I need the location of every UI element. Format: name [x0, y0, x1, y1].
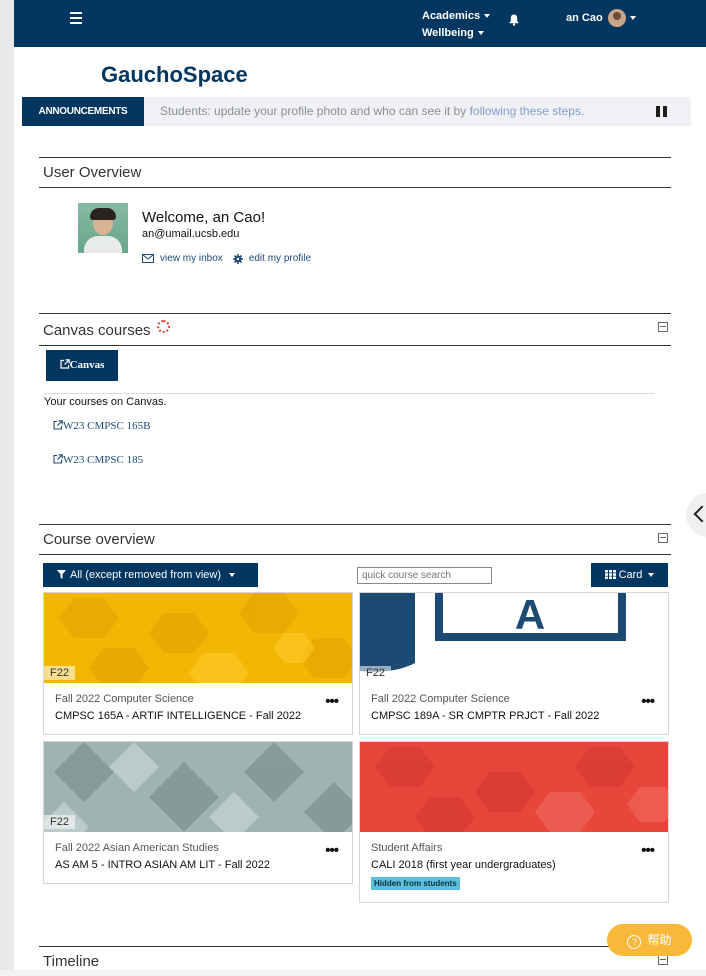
course-category: Fall 2022 Computer Science	[371, 693, 510, 705]
top-navbar: Academics Wellbeing an Cao	[14, 0, 706, 47]
external-link-icon	[59, 359, 70, 369]
question-icon: ?	[627, 935, 642, 949]
course-name[interactable]: CALI 2018 (first year undergraduates)	[371, 859, 556, 871]
course-category: Fall 2022 Asian American Studies	[55, 842, 219, 854]
announcement-text: Students: update your profile photo and …	[160, 104, 467, 118]
view-mode-dropdown[interactable]: Card	[591, 563, 668, 587]
term-badge: F22	[44, 666, 75, 680]
course-card[interactable]: F22 Fall 2022 Computer Science CMPSC 165…	[43, 592, 353, 735]
edit-profile-link[interactable]: edit my profile	[249, 253, 311, 264]
filter-label: All (except removed from view)	[70, 569, 221, 581]
filter-icon	[57, 570, 66, 579]
user-email: an@umail.ucsb.edu	[142, 228, 240, 240]
more-actions-icon[interactable]: •••	[641, 842, 655, 859]
course-category: Student Affairs	[371, 842, 443, 854]
user-menu[interactable]: an Cao	[566, 9, 636, 27]
academics-label: Academics	[422, 10, 481, 22]
chevron-down-icon	[648, 573, 655, 578]
course-overview-title: Course overview	[43, 531, 155, 548]
user-overview-title: User Overview	[43, 164, 142, 181]
course-image: F22	[44, 742, 352, 832]
course-image	[360, 742, 668, 832]
announcements-tag: ANNOUNCEMENTS	[22, 97, 144, 126]
envelope-icon	[142, 254, 154, 263]
course-overview-header: Course overview	[39, 524, 671, 555]
more-actions-icon[interactable]: •••	[641, 693, 655, 710]
canvas-course-label: W23 CMPSC 165B	[63, 420, 151, 432]
course-card[interactable]: A F22 Fall 2022 Computer Science CMPSC 1…	[359, 592, 669, 735]
course-search-input[interactable]	[357, 567, 492, 584]
canvas-course-link[interactable]: W23 CMPSC 185	[53, 454, 143, 466]
chevron-down-icon	[484, 14, 491, 19]
help-label: 帮助	[647, 933, 672, 947]
announcement-message: Students: update your profile photo and …	[160, 104, 584, 118]
course-category: Fall 2022 Computer Science	[55, 693, 194, 705]
view-inbox-link[interactable]: view my inbox	[160, 253, 223, 264]
canvas-button[interactable]: Canvas	[46, 350, 118, 381]
canvas-courses-title: Canvas courses	[43, 322, 151, 339]
canvas-button-label: Canvas	[69, 359, 105, 371]
pause-icon[interactable]	[656, 106, 668, 117]
course-image: F22	[44, 593, 352, 683]
timeline-title: Timeline	[43, 953, 100, 970]
your-courses-label: Your courses on Canvas.	[44, 396, 167, 408]
course-image: A F22	[360, 593, 668, 683]
collapse-icon[interactable]	[658, 533, 668, 543]
avatar	[607, 9, 626, 27]
more-actions-icon[interactable]: •••	[325, 693, 339, 710]
help-button[interactable]: ? 帮助	[607, 924, 692, 956]
course-name[interactable]: CMPSC 189A - SR CMPTR PRJCT - Fall 2022	[371, 710, 599, 722]
academics-menu[interactable]: Academics	[422, 8, 491, 25]
course-name[interactable]: AS AM 5 - INTRO ASIAN AM LIT - Fall 2022	[55, 859, 270, 871]
site-brand[interactable]: GauchoSpace	[101, 62, 248, 88]
grid-icon	[604, 570, 616, 579]
collapse-icon[interactable]	[658, 322, 668, 332]
loading-spinner-icon	[156, 320, 170, 333]
external-link-icon	[53, 454, 63, 464]
view-mode-label: Card	[618, 569, 643, 581]
canvas-course-link[interactable]: W23 CMPSC 165B	[53, 420, 150, 432]
canvas-courses-header: Canvas courses	[39, 313, 671, 346]
hidden-from-students-badge: Hidden from students	[371, 877, 460, 890]
chevron-down-icon	[629, 16, 636, 20]
welcome-text: Welcome, an Cao!	[142, 209, 266, 226]
bell-icon[interactable]	[509, 14, 519, 26]
more-actions-icon[interactable]: •••	[325, 842, 339, 859]
chevron-down-icon	[229, 573, 235, 578]
external-link-icon	[53, 420, 63, 430]
user-links: view my inbox edit my profile	[142, 253, 321, 264]
course-card[interactable]: Student Affairs CALI 2018 (first year un…	[359, 741, 669, 903]
user-overview-header: User Overview	[39, 157, 671, 188]
course-filter-dropdown[interactable]: All (except removed from view)	[43, 563, 258, 587]
course-name[interactable]: CMPSC 165A - ARTIF INTELLIGENCE - Fall 2…	[55, 710, 301, 722]
banner-letter: A	[515, 593, 545, 638]
chevron-down-icon	[477, 31, 484, 36]
announcement-bar: ANNOUNCEMENTS Students: update your prof…	[22, 97, 691, 126]
collapse-icon[interactable]	[658, 955, 668, 965]
canvas-course-label: W23 CMPSC 185	[63, 454, 144, 466]
term-badge: F22	[44, 815, 75, 829]
left-edge	[0, 0, 14, 970]
timeline-header: Timeline	[39, 946, 671, 976]
wellbeing-menu[interactable]: Wellbeing	[422, 25, 490, 42]
wellbeing-label: Wellbeing	[422, 27, 474, 39]
profile-photo[interactable]	[78, 203, 128, 253]
divider	[44, 393, 654, 394]
user-name: an Cao	[566, 12, 603, 24]
announcement-link[interactable]: following these steps.	[470, 104, 585, 118]
term-badge: F22	[360, 666, 391, 680]
gear-icon	[232, 253, 243, 264]
hamburger-menu-icon[interactable]	[70, 12, 82, 24]
course-card[interactable]: F22 Fall 2022 Asian American Studies AS …	[43, 741, 353, 884]
nav-menus: Academics Wellbeing	[422, 8, 491, 42]
